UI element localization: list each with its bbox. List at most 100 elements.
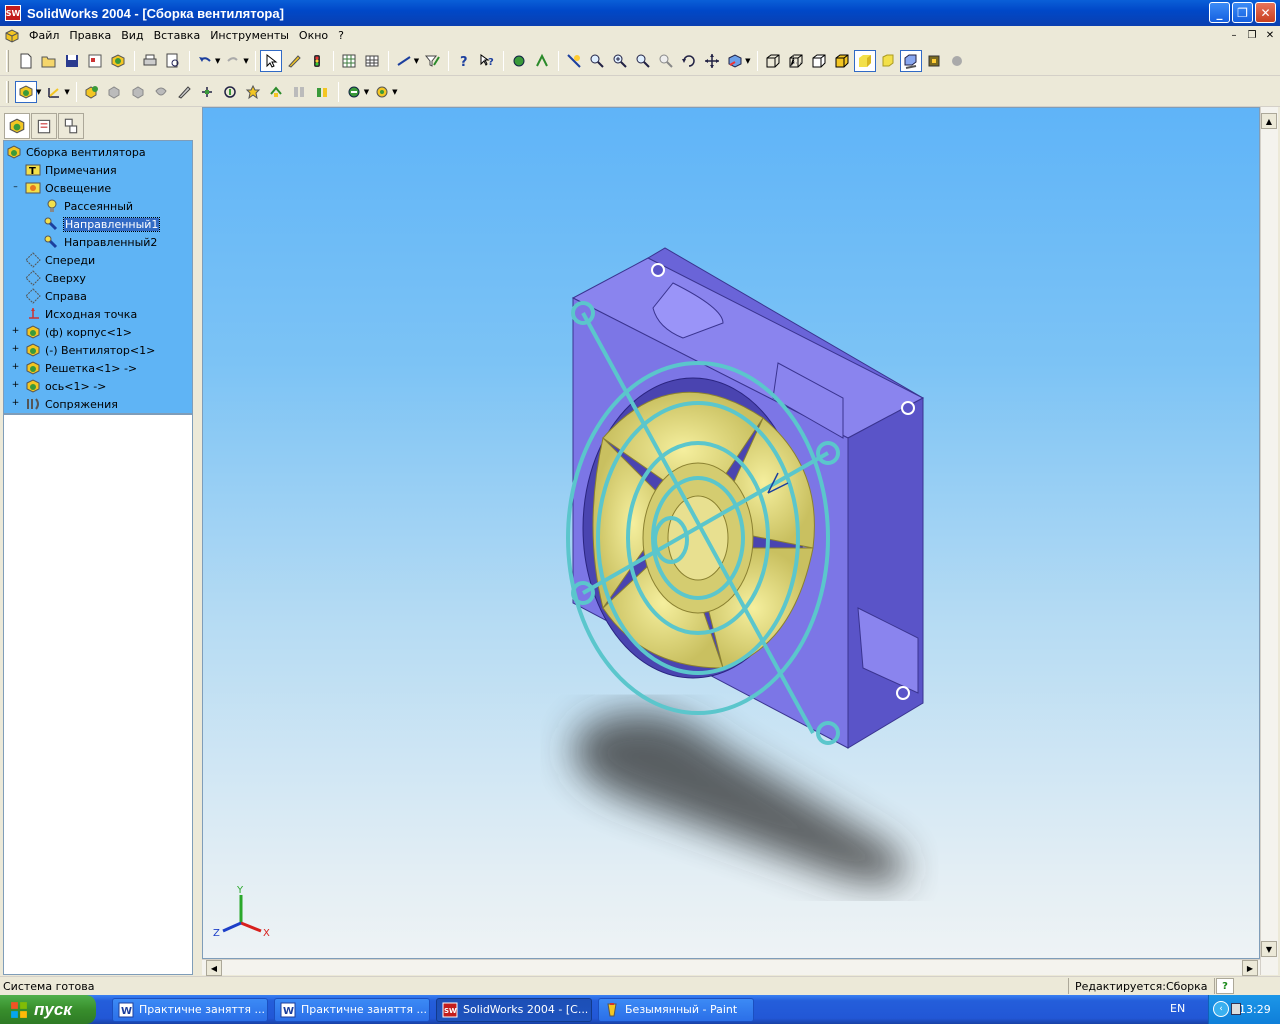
taskbar-item-word1[interactable]: W Практичне заняття ... (112, 997, 268, 1022)
tree-item-grill[interactable]: + Решетка<1> -> (12, 359, 137, 377)
tree-item-ambient[interactable]: Рассеянный (44, 197, 133, 215)
open-icon[interactable] (38, 50, 60, 72)
maximize-button[interactable]: ❐ (1232, 2, 1253, 23)
sketch-icon[interactable] (283, 50, 305, 72)
tree-item-right-plane[interactable]: Справа (25, 287, 87, 305)
expand-toggle[interactable]: + (11, 381, 20, 390)
simulation-icon[interactable] (371, 81, 393, 103)
tree-item-housing[interactable]: + (ф) корпус<1> (12, 323, 132, 341)
tree-item-annotations[interactable]: T Примечания (25, 161, 117, 179)
grid-icon[interactable] (361, 50, 383, 72)
component-icon[interactable] (508, 50, 530, 72)
print-icon[interactable] (139, 50, 161, 72)
rebuild-icon[interactable] (306, 50, 328, 72)
minimize-button[interactable]: _ (1209, 2, 1230, 23)
rotate-icon[interactable] (678, 50, 700, 72)
menu-file[interactable]: Файл (24, 29, 64, 42)
tree-item-origin[interactable]: Исходная точка (25, 305, 137, 323)
explode-icon[interactable] (288, 81, 310, 103)
options-icon[interactable] (338, 50, 360, 72)
collapse-toggle[interactable]: – (11, 183, 20, 192)
show-component-icon[interactable] (127, 81, 149, 103)
solidworks-app-icon[interactable]: SW (5, 5, 21, 21)
graphics-area[interactable]: Y X Z (202, 107, 1260, 959)
help-icon[interactable]: ? (453, 50, 475, 72)
tree-item-fan[interactable]: + (-) Вентилятор<1> (12, 341, 155, 359)
sketch-dropdown-icon[interactable]: ▼ (64, 88, 69, 96)
hide-component-icon[interactable] (104, 81, 126, 103)
smart-dimension-icon[interactable] (393, 50, 415, 72)
expand-toggle[interactable]: + (11, 327, 20, 336)
fan-assembly-model[interactable] (203, 108, 1261, 960)
taskbar-item-paint[interactable]: Безымянный - Paint (598, 997, 754, 1022)
mate-icon[interactable] (531, 50, 553, 72)
shadow-icon[interactable] (899, 49, 922, 72)
interference-dropdown-icon[interactable]: ▼ (364, 88, 369, 96)
shaded-edges-icon[interactable] (831, 50, 853, 72)
zoom-out-icon[interactable] (655, 50, 677, 72)
smart-fasteners-icon[interactable] (242, 81, 264, 103)
print-preview-icon[interactable] (162, 50, 184, 72)
tree-item-lighting[interactable]: – Освещение (13, 179, 111, 197)
vertical-scrollbar[interactable]: ▲ ▼ (1260, 107, 1278, 975)
language-indicator[interactable]: EN (1170, 1002, 1185, 1015)
doc-close-button[interactable]: ✕ (1262, 28, 1278, 42)
close-button[interactable]: ✕ (1255, 2, 1276, 23)
menu-view[interactable]: Вид (116, 29, 148, 42)
zoom-fit-icon[interactable] (563, 50, 585, 72)
photoworks-icon[interactable] (946, 50, 968, 72)
hidden-lines-visible-icon[interactable] (785, 50, 807, 72)
configuration-manager-tab[interactable] (58, 113, 84, 139)
quick-tips-icon[interactable]: ? (1216, 978, 1234, 994)
interference-icon[interactable] (343, 81, 365, 103)
property-manager-tab[interactable] (31, 113, 57, 139)
assembly-dropdown-icon[interactable]: ▼ (36, 88, 41, 96)
tree-root[interactable]: Сборка вентилятора (6, 143, 146, 161)
filter-icon[interactable] (421, 50, 443, 72)
taskbar-item-word2[interactable]: W Практичне заняття ... (274, 997, 430, 1022)
simulation-dropdown-icon[interactable]: ▼ (392, 88, 397, 96)
horizontal-scrollbar[interactable]: ◀ ▶ (202, 959, 1260, 976)
make-assembly-icon[interactable] (107, 50, 129, 72)
scroll-down-button[interactable]: ▼ (1261, 941, 1277, 957)
expand-toggle[interactable]: + (11, 399, 20, 408)
clock[interactable]: 13:29 (1239, 1003, 1271, 1016)
collision-icon[interactable] (311, 81, 333, 103)
feature-manager-tab[interactable] (4, 113, 30, 139)
doc-minimize-button[interactable]: – (1226, 28, 1242, 42)
view-orientation-dropdown-icon[interactable]: ▼ (745, 57, 750, 65)
tree-item-top-plane[interactable]: Сверху (25, 269, 86, 287)
zoom-in-icon[interactable] (609, 50, 631, 72)
toolbar-grip[interactable] (6, 49, 9, 72)
pan-icon[interactable] (701, 50, 723, 72)
shaded-icon[interactable] (853, 49, 876, 72)
tree-item-directional2[interactable]: Направленный2 (44, 233, 157, 251)
tree-item-front-plane[interactable]: Спереди (25, 251, 95, 269)
document-system-icon[interactable] (4, 28, 20, 44)
edit-component-icon[interactable] (173, 81, 195, 103)
move-component-icon[interactable] (196, 81, 218, 103)
undo-dropdown-icon[interactable]: ▼ (215, 57, 220, 65)
menu-tools[interactable]: Инструменты (205, 29, 294, 42)
network-icon[interactable] (1231, 1003, 1241, 1015)
menu-help[interactable]: ? (333, 29, 349, 42)
start-button[interactable]: пуск (0, 995, 96, 1024)
scroll-right-button[interactable]: ▶ (1242, 960, 1258, 976)
zoom-area-icon[interactable] (586, 50, 608, 72)
perspective-icon[interactable] (877, 50, 899, 72)
view-orientation-icon[interactable] (724, 50, 746, 72)
expand-toggle[interactable]: + (11, 363, 20, 372)
sketch-mode-icon[interactable] (43, 81, 65, 103)
hidden-lines-removed-icon[interactable] (808, 50, 830, 72)
new-icon[interactable] (15, 50, 37, 72)
change-transparency-icon[interactable] (150, 81, 172, 103)
scroll-up-button[interactable]: ▲ (1261, 113, 1277, 129)
redo-icon[interactable] (222, 50, 244, 72)
zoom-selection-icon[interactable] (632, 50, 654, 72)
menu-window[interactable]: Окно (294, 29, 333, 42)
rendering-icon[interactable] (923, 50, 945, 72)
dimension-dropdown-icon[interactable]: ▼ (414, 57, 419, 65)
taskbar-item-solidworks[interactable]: SW SolidWorks 2004 - [С... (436, 997, 592, 1022)
tree-item-directional1[interactable]: Направленный1 (44, 215, 161, 233)
scroll-left-button[interactable]: ◀ (206, 960, 222, 976)
